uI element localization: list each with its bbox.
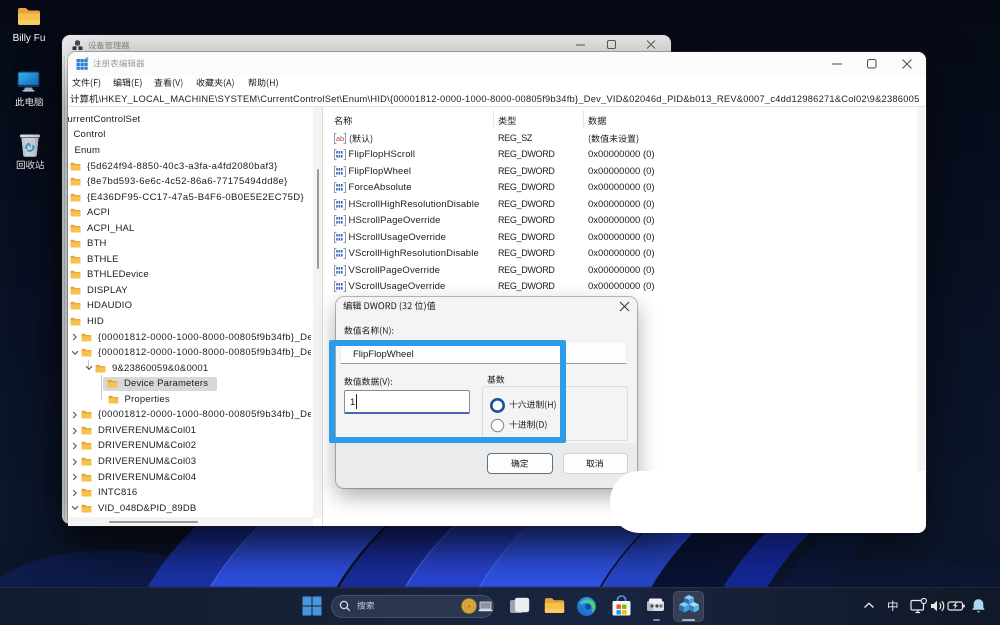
svg-text:ab: ab — [336, 134, 344, 143]
